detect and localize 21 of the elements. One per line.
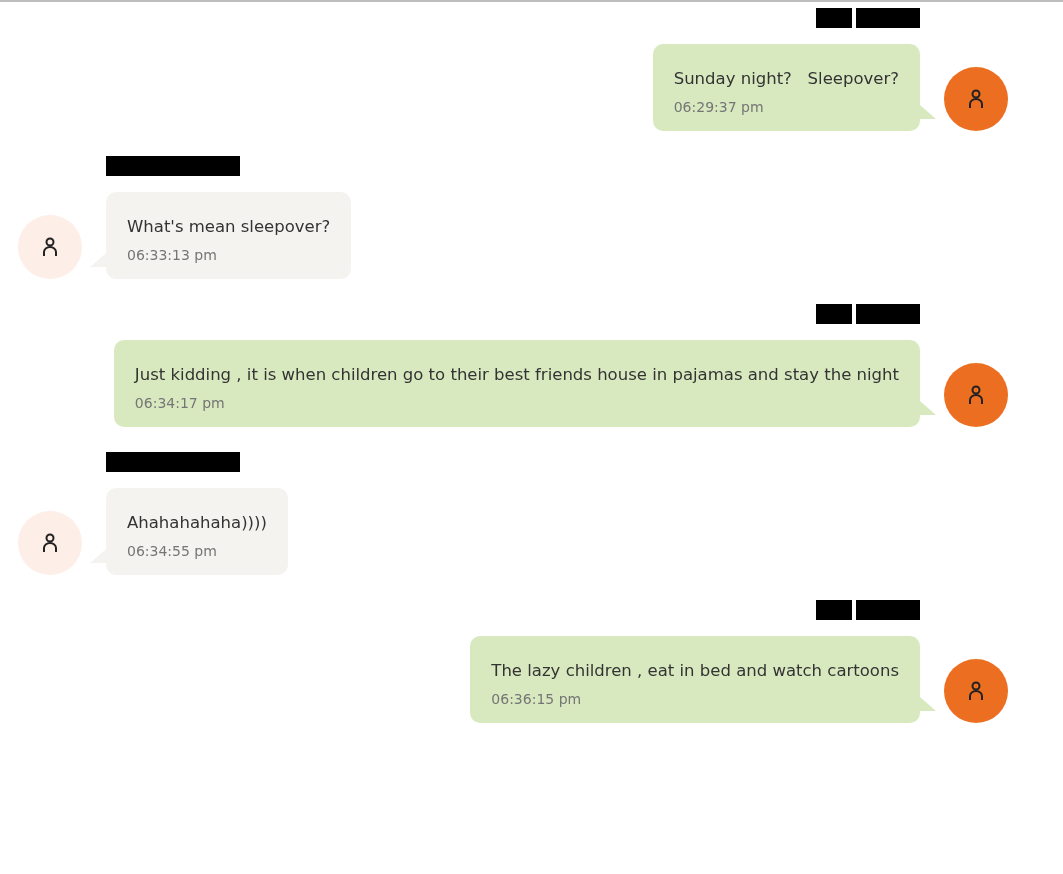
message-time: 06:34:55 pm	[127, 543, 218, 559]
message-time: 06:29:37 pm	[673, 99, 765, 115]
message-text: Just kidding , it is when children go to their best friends house in pajamas and stay the night	[134, 364, 899, 386]
person-icon	[42, 533, 58, 553]
redaction-bar	[856, 8, 920, 28]
person-icon	[968, 385, 984, 405]
redaction-bar	[856, 600, 920, 620]
message-text: The lazy children , eat in bed and watch cartoons	[491, 660, 899, 682]
person-icon	[968, 89, 984, 109]
redaction-bar	[816, 8, 852, 28]
redaction-bar	[816, 600, 852, 620]
message-text: Ahahahahaha))))	[127, 512, 267, 534]
redaction-bar	[856, 304, 920, 324]
person-icon	[968, 681, 984, 701]
message-text: Sunday night? Sleepover?	[673, 68, 899, 90]
redaction-bar	[816, 304, 852, 324]
message-time: 06:36:15 pm	[491, 691, 583, 707]
person-icon	[42, 237, 58, 257]
message-time: 06:33:13 pm	[127, 247, 218, 263]
message-time: 06:34:17 pm	[134, 395, 226, 411]
message-text: What's mean sleepover?	[127, 216, 331, 238]
